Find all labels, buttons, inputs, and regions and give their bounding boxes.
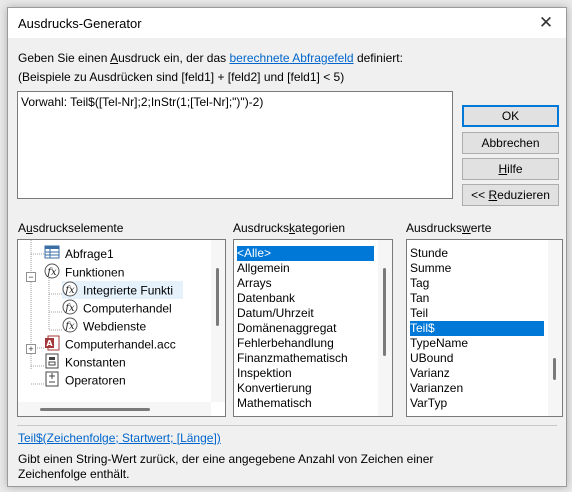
category-item[interactable]: Allgemein [237, 261, 290, 276]
values-heading-accel: w [462, 221, 471, 235]
elements-heading-pre: A [18, 221, 27, 235]
help-label: ilfe [507, 162, 523, 176]
tree-item-operatoren[interactable]: Operatoren [44, 371, 126, 389]
tree-item-label: Funktionen [65, 265, 125, 280]
cancel-button[interactable]: Abbrechen [462, 132, 559, 154]
tree-item-integrierte-funktionen[interactable]: fx Integrierte Funkti [62, 281, 184, 299]
tree-item-label: Abfrage1 [65, 247, 114, 261]
expression-elements-tree[interactable]: − + Abfrage1 fx Funktionen fx Integrierte … [17, 239, 226, 417]
category-item[interactable]: Inspektion [237, 366, 292, 381]
value-item[interactable]: Tag [410, 276, 429, 291]
category-item[interactable]: <Alle> [237, 246, 374, 261]
function-help-line-2: Zeichenfolge enthält. [18, 467, 130, 481]
reduce-button[interactable]: << Reduzieren [462, 184, 559, 206]
svg-text:A: A [46, 339, 53, 348]
category-item[interactable]: Fehlerbehandlung [237, 336, 334, 351]
expand-icon[interactable]: + [26, 344, 36, 354]
category-item[interactable]: Konvertierung [237, 381, 312, 396]
tree-vertical-scrollbar[interactable] [211, 240, 225, 402]
close-button[interactable]: ✕ [526, 8, 566, 38]
values-heading-post: erte [470, 221, 492, 235]
reduce-label: eduzieren [497, 188, 550, 202]
categories-vertical-scroll-thumb[interactable] [383, 268, 386, 356]
expression-value: Vorwahl: Teil$([Tel-Nr];2;InStr(1;[Tel-N… [21, 95, 264, 109]
tree-horizontal-scroll-thumb[interactable] [40, 408, 150, 411]
query-icon [44, 245, 60, 264]
tree-item-computerhandel[interactable]: fx Computerhandel [62, 299, 172, 317]
window-title: Ausdrucks-Generator [18, 16, 142, 31]
categories-heading: Ausdruckskategorien [233, 221, 345, 235]
function-icon: fx [44, 263, 60, 284]
examples-text: (Beispiele zu Ausdrücken sind [feld1] + … [18, 70, 345, 84]
function-syntax-link[interactable]: Teil$(Zeichenfolge; Startwert; [Länge]) [18, 431, 221, 445]
instruction-suffix: definiert: [353, 51, 403, 65]
elements-heading-post: sdruckselemente [32, 221, 124, 235]
value-item[interactable]: Summe [410, 261, 451, 276]
value-item[interactable]: Tan [410, 291, 429, 306]
expression-categories-list[interactable]: <Alle> Allgemein Arrays Datenbank Datum/… [233, 239, 393, 417]
tree-item-abfrage1[interactable]: Abfrage1 [44, 245, 114, 263]
tree-item-funktionen[interactable]: fx Funktionen [44, 263, 124, 281]
value-item-selected[interactable]: Teil$ [410, 321, 544, 336]
elements-heading: Ausdruckselemente [18, 221, 123, 235]
category-item[interactable]: Mathematisch [237, 396, 312, 411]
tree-item-label: Webdienste [83, 319, 147, 334]
tree-horizontal-scrollbar[interactable] [18, 402, 211, 416]
instruction-prefix: Geben Sie einen [18, 51, 111, 65]
category-item[interactable]: Finanzmathematisch [237, 351, 348, 366]
value-item[interactable]: Stunde [410, 246, 448, 261]
tree-item-label: Integrierte Funkti [83, 283, 174, 298]
svg-text:fx: fx [64, 321, 75, 332]
divider [17, 425, 557, 426]
tree-item-label: Computerhandel [83, 301, 172, 316]
value-item[interactable]: UBound [410, 351, 453, 366]
tree-item-webdienste[interactable]: fx Webdienste [62, 317, 146, 335]
instruction-mid: usdruck ein, der das [118, 51, 230, 65]
reduce-accel: R [488, 188, 498, 202]
help-button[interactable]: Hilfe [462, 158, 559, 180]
reduce-prefix: << [471, 188, 489, 202]
value-item[interactable]: Varianz [410, 366, 450, 381]
category-item[interactable]: Arrays [237, 276, 272, 291]
value-item[interactable]: TypeName [410, 336, 468, 351]
calculated-field-link[interactable]: berechnete Abfragefeld [230, 51, 354, 65]
tree-vertical-scroll-thumb[interactable] [216, 268, 219, 326]
ok-button[interactable]: OK [462, 105, 559, 127]
svg-text:fx: fx [46, 267, 57, 278]
value-item[interactable]: VarTyp [410, 396, 447, 411]
collapse-icon[interactable]: − [26, 272, 36, 282]
categories-vertical-scrollbar[interactable] [378, 240, 392, 416]
values-vertical-scrollbar[interactable] [548, 240, 562, 416]
values-heading: Ausdruckswerte [406, 221, 491, 235]
instruction-text: Geben Sie einen Ausdruck ein, der das be… [18, 51, 403, 65]
category-item[interactable]: Domänenaggregat [237, 321, 336, 336]
values-vertical-scroll-thumb[interactable] [553, 358, 556, 380]
instruction-accel: A [110, 51, 119, 65]
svg-text:fx: fx [64, 285, 75, 296]
title-bar: Ausdrucks-Generator ✕ [8, 8, 566, 38]
categories-heading-post: ategorien [295, 221, 346, 235]
tree-item-label: Konstanten [65, 355, 126, 370]
operators-icon [44, 371, 60, 392]
tree-item-label: Operatoren [65, 373, 126, 388]
elements-heading-accel: u [26, 221, 33, 235]
tree-item-konstanten[interactable]: Konstanten [44, 353, 126, 371]
tree-item-label: Computerhandel.acc [65, 337, 176, 352]
category-item[interactable]: Datenbank [237, 291, 295, 306]
category-item[interactable]: Datum/Uhrzeit [237, 306, 314, 321]
categories-heading-pre: Ausdrucks [233, 221, 290, 235]
function-help-line-1: Gibt einen String-Wert zurück, der eine … [18, 452, 434, 466]
help-accel: H [498, 162, 508, 176]
tree-item-computerhandel-accdb[interactable]: A Computerhandel.acc [44, 335, 176, 353]
value-item[interactable]: Teil [410, 306, 428, 321]
expression-values-list[interactable]: Stunde Summe Tag Tan Teil Teil$ TypeName… [406, 239, 563, 417]
value-item[interactable]: Varianzen [410, 381, 463, 396]
expression-input[interactable]: Vorwahl: Teil$([Tel-Nr];2;InStr(1;[Tel-N… [17, 91, 453, 199]
expression-builder-dialog: Ausdrucks-Generator ✕ Geben Sie einen Au… [7, 7, 567, 487]
values-heading-pre: Ausdrucks [406, 221, 463, 235]
svg-text:fx: fx [64, 303, 75, 314]
